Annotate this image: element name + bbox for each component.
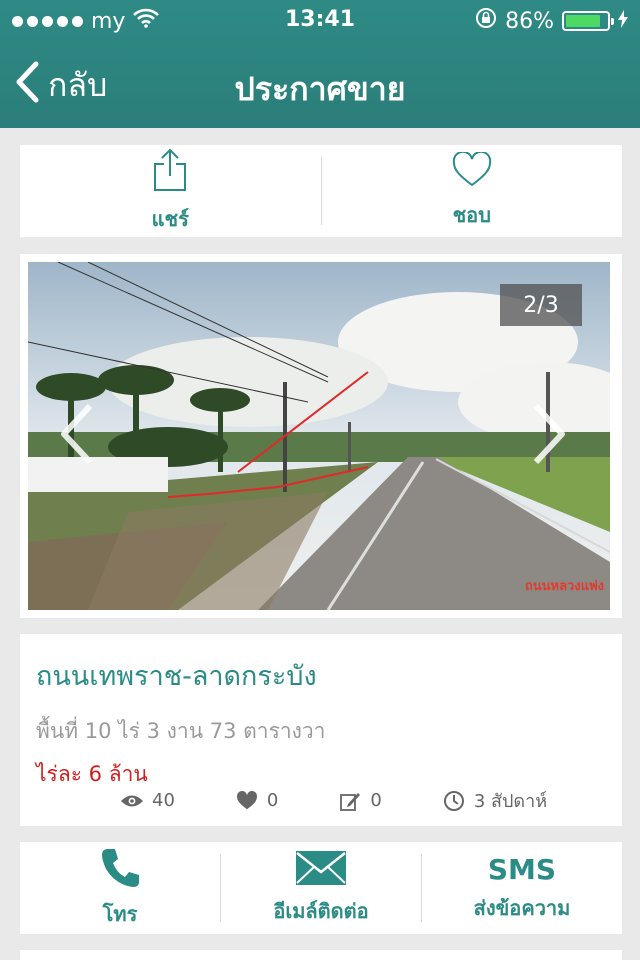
sms-button[interactable]: SMS ส่งข้อความ xyxy=(422,842,622,934)
email-button[interactable]: อีเมล์ติดต่อ xyxy=(221,842,421,934)
edits-stat: 0 xyxy=(338,786,382,815)
photo-watermark: ถนนหลวงแพ่ง xyxy=(524,579,604,594)
sms-icon: SMS xyxy=(487,853,557,886)
navigation-bar: กลับ ประกาศขาย xyxy=(0,40,640,128)
call-label: โทร xyxy=(102,901,138,926)
envelope-icon xyxy=(295,850,347,891)
chevron-left-icon xyxy=(56,402,96,466)
orientation-lock-icon xyxy=(475,7,497,35)
call-button[interactable]: โทร xyxy=(20,842,220,934)
share-icon xyxy=(153,148,187,197)
clock-icon xyxy=(442,790,466,812)
eye-icon xyxy=(120,790,144,812)
share-like-bar: แชร์ ชอบ xyxy=(20,145,622,237)
likes-stat: 0 xyxy=(235,786,278,815)
app-header: my 13:41 86% กลับ ประกาศขาย xyxy=(0,0,640,128)
share-label: แชร์ xyxy=(151,206,189,231)
edits-count: 0 xyxy=(370,790,382,811)
share-button[interactable]: แชร์ xyxy=(20,145,321,237)
likes-count: 0 xyxy=(266,790,279,811)
heart-icon xyxy=(235,790,259,812)
photo-gallery: 2/3 ถนนหลวงแพ่ง xyxy=(20,254,622,618)
views-stat: 40 xyxy=(120,786,175,815)
status-bar: my 13:41 86% xyxy=(0,0,640,40)
chevron-right-icon xyxy=(530,402,570,466)
charging-icon xyxy=(618,9,628,34)
photo-counter: 2/3 xyxy=(500,284,582,326)
battery-icon xyxy=(562,11,614,31)
like-label: ชอบ xyxy=(452,202,491,227)
phone-icon xyxy=(100,847,140,894)
posted-time: 3 สัปดาห์ xyxy=(473,791,548,812)
sms-label: ส่งข้อความ xyxy=(473,896,571,920)
listing-photo[interactable]: 2/3 ถนนหลวงแพ่ง xyxy=(28,262,610,610)
battery-percent: 86% xyxy=(505,8,554,34)
listing-stats: 40 0 0 3 สัปดาห์ xyxy=(120,786,607,815)
posted-stat: 3 สัปดาห์ xyxy=(442,786,547,815)
email-label: อีเมล์ติดต่อ xyxy=(273,898,369,923)
heart-icon xyxy=(452,150,492,193)
like-button[interactable]: ชอบ xyxy=(322,145,623,237)
views-count: 40 xyxy=(152,790,175,811)
listing-title: ถนนเทพราช-ลาดกระบัง xyxy=(36,661,317,692)
edit-icon xyxy=(338,790,362,812)
next-photo-button[interactable] xyxy=(530,402,570,466)
next-card xyxy=(20,950,622,960)
contact-bar: โทร อีเมล์ติดต่อ SMS ส่งข้อความ xyxy=(20,842,622,934)
listing-area: พื้นที่ 10 ไร่ 3 งาน 73 ตารางวา xyxy=(36,719,326,743)
page-title: ประกาศขาย xyxy=(234,70,406,108)
listing-info: ถนนเทพราช-ลาดกระบัง พื้นที่ 10 ไร่ 3 งาน… xyxy=(20,634,622,826)
status-right: 86% xyxy=(475,7,628,35)
previous-photo-button[interactable] xyxy=(56,402,96,466)
